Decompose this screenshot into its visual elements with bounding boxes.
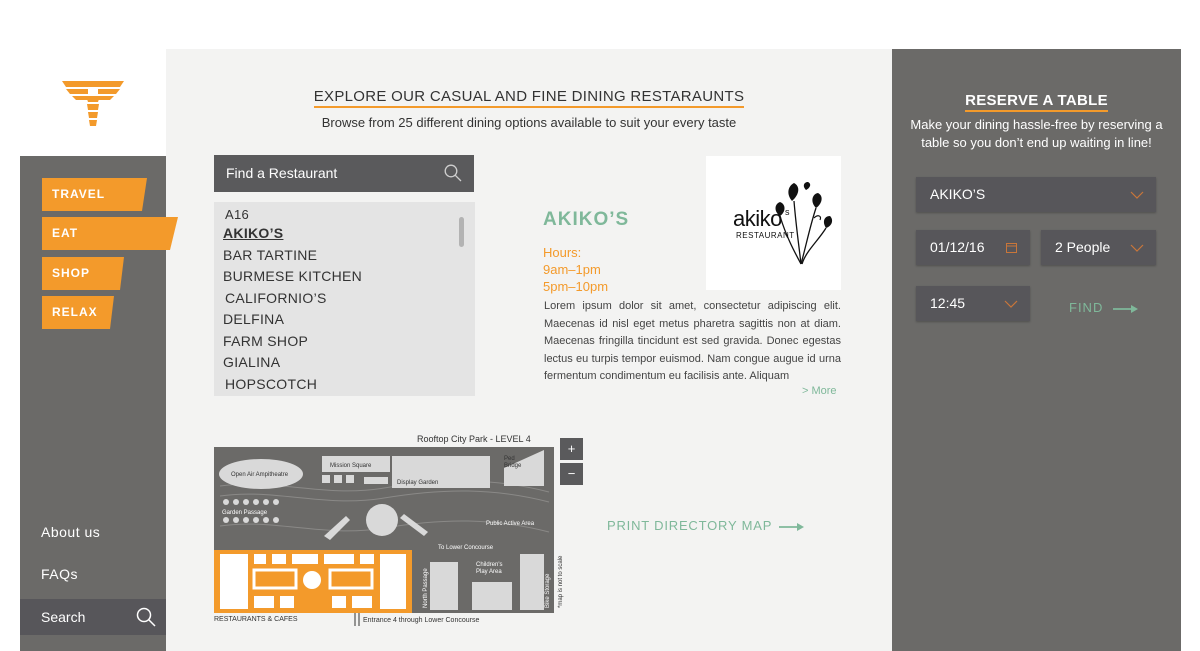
- restaurant-list-item-selected[interactable]: AKIKO’S: [223, 223, 475, 245]
- restaurant-list[interactable]: A16 AKIKO’S BAR TARTINE BURMESE KITCHEN …: [214, 202, 475, 396]
- search-icon: [136, 607, 156, 627]
- restaurant-list-item[interactable]: GIALINA: [223, 352, 475, 374]
- map-label: Entrance 4 through Lower Concourse: [363, 617, 479, 624]
- search-icon[interactable]: [444, 164, 462, 182]
- restaurant-list-item[interactable]: HOPSCOTCH: [223, 374, 475, 396]
- map-label: Play Area: [476, 569, 502, 575]
- time-select[interactable]: 12:45: [916, 286, 1030, 321]
- restaurant-select-value: AKIKO’S: [930, 186, 986, 202]
- restaurant-select[interactable]: AKIKO’S: [916, 177, 1156, 212]
- map-label: Display Garden: [397, 480, 438, 486]
- party-size-value: 2 People: [1055, 239, 1111, 255]
- chevron-down-icon: [1130, 244, 1144, 252]
- sidebar-search[interactable]: Search: [20, 599, 166, 635]
- directory-map[interactable]: Open Air Ampitheatre Mission Square Disp…: [214, 436, 584, 631]
- logo-subtext: RESTAURANT: [736, 231, 795, 240]
- app-frame: TRAVEL EAT SHOP RELAX About us FAQs Sear…: [20, 49, 1181, 651]
- hours-lunch: 9am–1pm: [543, 262, 601, 277]
- scrollbar-thumb[interactable]: [459, 217, 464, 247]
- page-subtitle: Browse from 25 different dining options …: [321, 115, 737, 130]
- date-field[interactable]: 01/12/16: [916, 230, 1030, 265]
- party-size-select[interactable]: 2 People: [1041, 230, 1156, 265]
- reserve-panel: RESERVE A TABLE Make your dining hassle-…: [892, 49, 1181, 651]
- logo-wordmark: akiko: [733, 206, 782, 231]
- arrow-right-icon: [779, 522, 805, 531]
- faqs-link[interactable]: FAQs: [41, 566, 78, 582]
- map-fountain: [366, 504, 398, 536]
- nav-item-shop[interactable]: SHOP: [42, 257, 124, 290]
- find-button-label: FIND: [1069, 300, 1104, 315]
- restaurant-list-item[interactable]: CALIFORNIO’S: [223, 288, 475, 310]
- restaurant-description: Lorem ipsum dolor sit amet, consectetur …: [544, 300, 841, 382]
- map-scale-note: *map is not to scale: [558, 555, 564, 608]
- chevron-down-icon: [1004, 300, 1018, 308]
- restaurant-list-item[interactable]: BAR TARTINE: [223, 245, 475, 267]
- find-button[interactable]: FIND: [1069, 300, 1139, 315]
- map-label: Open Air Ampitheatre: [231, 472, 289, 478]
- sidebar: TRAVEL EAT SHOP RELAX About us FAQs Sear…: [20, 49, 178, 651]
- logo[interactable]: [20, 49, 166, 156]
- restaurant-list-item[interactable]: DELFINA: [223, 309, 475, 331]
- main-content: EXPLORE OUR CASUAL AND FINE DINING RESTA…: [166, 49, 892, 651]
- more-link[interactable]: > More: [802, 385, 837, 397]
- date-value: 01/12/16: [930, 239, 985, 255]
- page-title-text: EXPLORE OUR CASUAL AND FINE DINING RESTA…: [313, 88, 745, 108]
- restaurant-search-input[interactable]: Find a Restaurant: [214, 155, 474, 192]
- map-label: To Lower Concourse: [438, 545, 494, 551]
- reserve-title-text: RESERVE A TABLE: [965, 92, 1108, 112]
- restaurant-hours: Hours: 9am–1pm 5pm–10pm: [543, 244, 608, 295]
- nav-item-label: RELAX: [52, 305, 98, 319]
- map-label: Children's: [476, 562, 503, 568]
- map-label: Garden Passage: [222, 510, 268, 516]
- map-label: Ped: [504, 456, 515, 462]
- nav-item-travel[interactable]: TRAVEL: [42, 178, 147, 211]
- reserve-description: Make your dining hassle-free by reservin…: [910, 117, 1163, 150]
- page-title: EXPLORE OUR CASUAL AND FINE DINING RESTA…: [166, 88, 892, 108]
- about-link[interactable]: About us: [41, 524, 100, 540]
- nav-item-relax[interactable]: RELAX: [42, 296, 114, 329]
- print-directory-map-link[interactable]: PRINT DIRECTORY MAP: [607, 518, 805, 533]
- map-play-area[interactable]: [472, 582, 512, 610]
- nav-item-label: SHOP: [52, 266, 91, 280]
- sidebar-search-label: Search: [41, 609, 86, 625]
- time-value: 12:45: [930, 295, 966, 311]
- restaurant-name: AKIKO’S: [543, 209, 630, 230]
- nav-item-eat[interactable]: EAT: [42, 217, 178, 250]
- calendar-icon[interactable]: [1006, 242, 1017, 253]
- reserve-title: RESERVE A TABLE: [892, 92, 1181, 112]
- hours-label: Hours:: [543, 245, 582, 260]
- restaurant-logo: akiko s RESTAURANT: [706, 156, 841, 290]
- print-link-label: PRINT DIRECTORY MAP: [607, 518, 772, 533]
- restaurant-code: A16: [225, 207, 250, 222]
- restaurant-search-label: Find a Restaurant: [226, 165, 338, 181]
- restaurant-list-item[interactable]: BURMESE KITCHEN: [223, 266, 475, 288]
- map-north-passage[interactable]: [430, 562, 458, 610]
- map-bike-storage[interactable]: [520, 554, 544, 610]
- map-label: Public Active Area: [486, 521, 535, 527]
- restaurant-list-item[interactable]: FARM SHOP: [223, 331, 475, 353]
- chevron-down-icon: [1130, 191, 1144, 199]
- map-label: Bridge: [504, 463, 522, 469]
- map-label: North Passage: [423, 568, 429, 608]
- arrow-right-icon: [1112, 304, 1138, 313]
- map-label: Bike Storage: [545, 573, 551, 608]
- map-label: Mission Square: [330, 463, 372, 469]
- nav-item-label: EAT: [52, 226, 79, 240]
- hours-dinner: 5pm–10pm: [543, 279, 609, 294]
- nav-item-label: TRAVEL: [52, 187, 106, 201]
- logo-icon: [62, 80, 124, 126]
- logo-superscript: s: [785, 207, 790, 217]
- map-label: RESTAURANTS & CAFES: [214, 616, 298, 623]
